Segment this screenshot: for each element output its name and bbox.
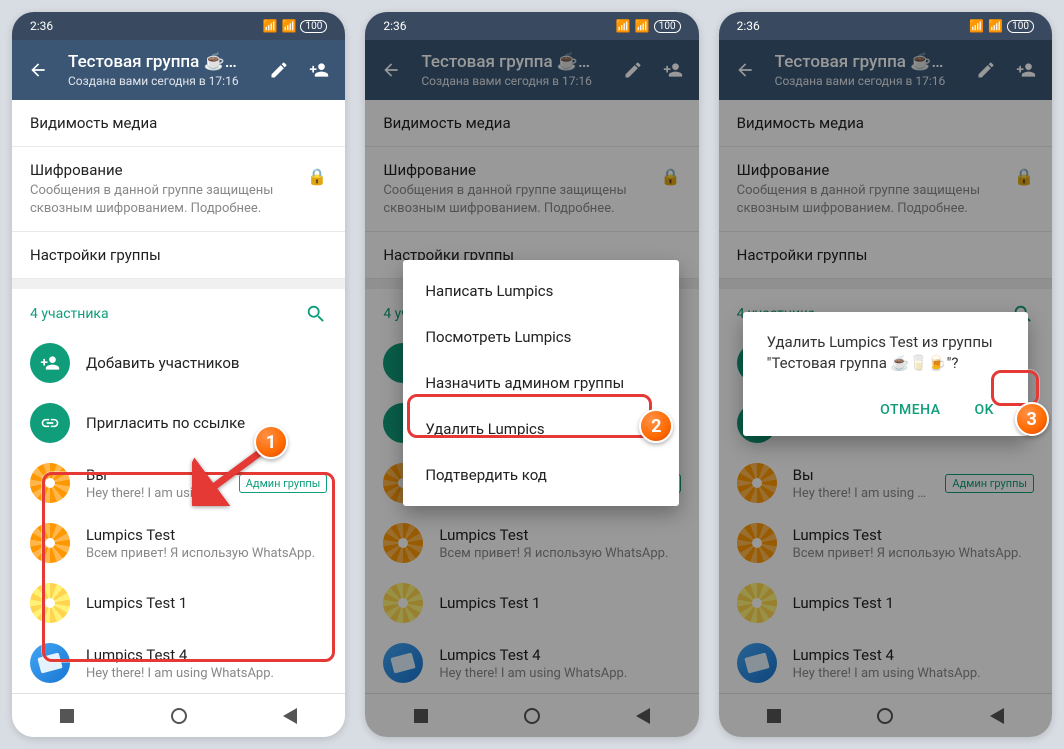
dialog-message: Удалить Lumpics Test из группы "Тестовая…: [767, 332, 1004, 374]
callout-3: [991, 370, 1039, 406]
nav-home-icon[interactable]: [171, 708, 187, 724]
invite-link[interactable]: Пригласить по ссылке: [12, 393, 345, 453]
nav-back-icon[interactable]: [283, 708, 297, 724]
battery-icon: 100: [300, 20, 327, 33]
cancel-button[interactable]: ОТМЕНА: [870, 394, 950, 426]
status-time: 2:36: [30, 19, 53, 33]
add-participants[interactable]: Добавить участников: [12, 333, 345, 393]
group-title: Тестовая группа ☕…: [68, 52, 249, 72]
media-visibility-row[interactable]: Видимость медиа: [12, 100, 345, 147]
group-subtitle: Создана вами сегодня в 17:16: [68, 74, 249, 88]
group-settings-row[interactable]: Настройки группы: [12, 232, 345, 279]
phone-screen-2: 2:36 📶📶100 Тестовая группа ☕…Создана вам…: [365, 12, 698, 737]
lock-icon: 🔒: [307, 167, 327, 186]
participants-header: 4 участника: [12, 289, 345, 333]
callout-1: [42, 472, 335, 662]
back-icon[interactable]: [28, 60, 48, 80]
encryption-row[interactable]: Шифрование Сообщения в данной группе защ…: [12, 147, 345, 232]
phone-screen-3: 2:36 📶📶100 Тестовая группа ☕…Создана вам…: [719, 12, 1052, 737]
statusbar: 2:36 📶📶100: [365, 12, 698, 40]
menu-verify[interactable]: Подтвердить код: [403, 452, 678, 498]
navbar: [12, 693, 345, 737]
plus-icon: [30, 343, 70, 383]
step-badge-3: 3: [1015, 402, 1049, 436]
search-icon[interactable]: [305, 303, 327, 325]
status-icons: 📶 📶 100: [263, 19, 328, 33]
nav-recent-icon[interactable]: [60, 709, 74, 723]
phone-screen-1: 2:36 📶 📶 100 Тестовая группа ☕… Создана …: [12, 12, 345, 737]
step-badge-1: 1: [254, 425, 288, 459]
confirm-dialog: Удалить Lumpics Test из группы "Тестовая…: [743, 312, 1028, 436]
app-header: Тестовая группа ☕…Создана вами сегодня в…: [365, 40, 698, 100]
link-icon: [30, 403, 70, 443]
menu-write[interactable]: Написать Lumpics: [403, 268, 678, 314]
signal-icon: 📶: [263, 19, 278, 33]
edit-icon[interactable]: [269, 60, 289, 80]
statusbar: 2:36 📶📶100: [719, 12, 1052, 40]
menu-view[interactable]: Посмотреть Lumpics: [403, 314, 678, 360]
app-header: Тестовая группа ☕… Создана вами сегодня …: [12, 40, 345, 100]
callout-2: [407, 394, 652, 438]
participants-count: 4 участника: [30, 306, 305, 322]
add-person-icon[interactable]: [309, 60, 329, 80]
wifi-icon: 📶: [282, 19, 297, 33]
context-menu: Написать Lumpics Посмотреть Lumpics Назн…: [403, 260, 678, 506]
statusbar: 2:36 📶 📶 100: [12, 12, 345, 40]
